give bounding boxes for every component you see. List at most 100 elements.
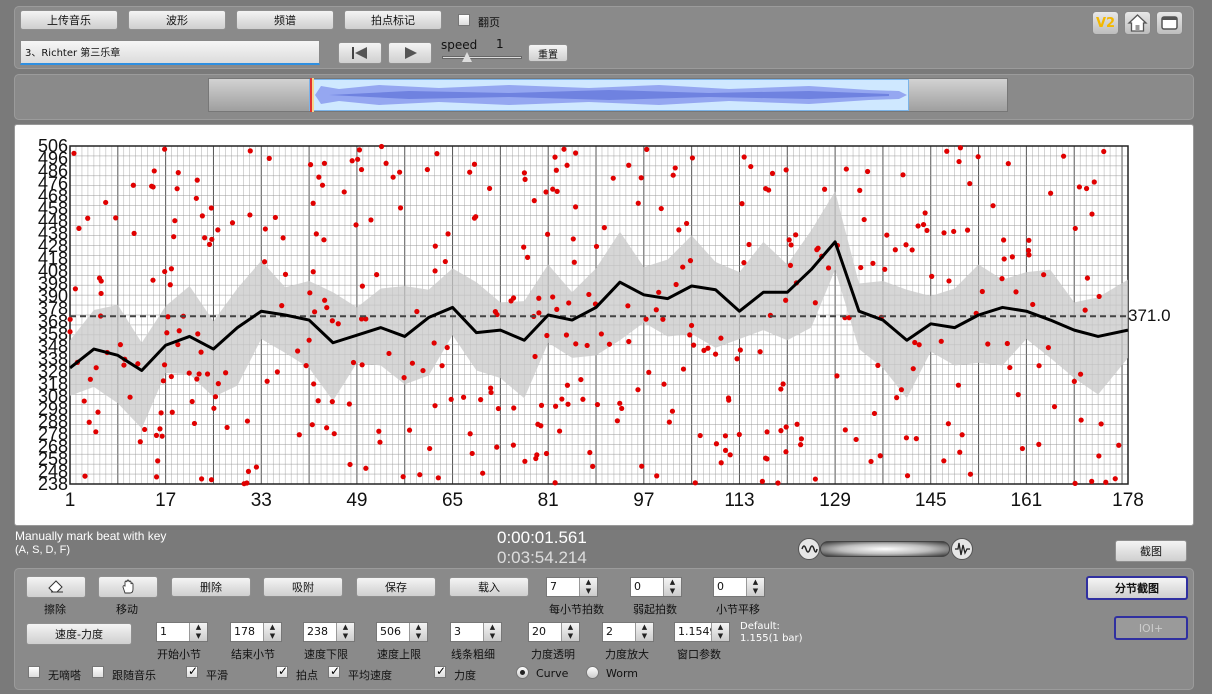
beats-per-bar-stepper[interactable]: 7 ▲ ▼ (546, 577, 598, 597)
line-width-stepper[interactable]: 3 ▲ ▼ (450, 622, 502, 642)
speed-value: 1 (496, 37, 504, 51)
worm-radio[interactable] (586, 666, 599, 679)
snap-button[interactable]: 吸附 (263, 577, 343, 597)
beat-point (680, 264, 686, 270)
beat-point (812, 476, 818, 482)
home-icon[interactable] (1124, 11, 1151, 35)
dyn-transparency-stepper[interactable]: 20 ▲ ▼ (528, 622, 580, 642)
volume-meter[interactable] (798, 537, 974, 561)
beat-point (825, 265, 832, 271)
load-button[interactable]: 载入 (449, 577, 529, 597)
beat-point (280, 235, 286, 241)
avg-tempo-checkbox[interactable] (328, 664, 340, 678)
beat-point (335, 321, 341, 327)
beat-point (916, 342, 922, 348)
beat-point (643, 316, 649, 322)
beat-point (598, 331, 604, 337)
beat-point (1019, 445, 1026, 452)
tempo-dynamics-button[interactable]: 速度-力度 (26, 623, 132, 645)
tempo-upper-value[interactable]: 506 (377, 623, 409, 641)
window-param-value[interactable]: 1.15490 (675, 623, 711, 641)
save-button[interactable]: 保存 (356, 577, 436, 597)
speed-slider-thumb[interactable] (462, 52, 472, 62)
beat-point (306, 337, 312, 343)
beat-point (626, 338, 632, 345)
beat-point (904, 473, 911, 479)
page-turn-checkbox[interactable] (458, 14, 470, 26)
beat-point (1013, 289, 1019, 295)
tempo-lower-value[interactable]: 238 (304, 623, 336, 641)
beat-point (550, 294, 556, 300)
window-icon[interactable] (1156, 11, 1183, 35)
beat-point (1060, 153, 1067, 159)
end-bar-stepper[interactable]: 178 ▲ ▼ (230, 622, 282, 642)
playhead-marker[interactable] (310, 78, 314, 112)
follow-music-checkbox[interactable] (92, 666, 104, 678)
pickup-beats-stepper[interactable]: 0 ▲ ▼ (630, 577, 682, 597)
speed-slider[interactable] (442, 52, 522, 64)
beat-point (223, 370, 229, 376)
no-click-checkbox[interactable] (28, 666, 40, 678)
beat-point (208, 477, 215, 483)
beat-point (727, 452, 733, 458)
split-screenshot-button[interactable]: 分节截图 (1086, 576, 1188, 600)
beat-mark-button[interactable]: 拍点标记 (344, 10, 442, 30)
v2-icon[interactable]: V2 (1092, 11, 1119, 35)
beat-point (131, 230, 137, 236)
dyn-scale-stepper[interactable]: 2 ▲ ▼ (602, 622, 654, 642)
dyn-scale-value[interactable]: 2 (603, 623, 635, 641)
beats-per-bar-value[interactable]: 7 (547, 578, 579, 596)
curve-radio[interactable] (516, 666, 529, 679)
dyn-transparency-value[interactable]: 20 (529, 623, 561, 641)
tempo-lower-stepper[interactable]: 238 ▲ ▼ (303, 622, 355, 642)
delete-button[interactable]: 删除 (171, 577, 251, 597)
tempo-chart[interactable]: 5064964864764684584484384284184083983903… (14, 124, 1194, 526)
y-tick-label: 238 (38, 474, 68, 494)
dynamics-checkbox[interactable] (434, 664, 446, 678)
ioi-button[interactable]: IOI+ (1114, 616, 1188, 640)
beat-point (626, 162, 632, 168)
rewind-button[interactable] (338, 42, 382, 64)
beat-point-label: 拍点 (296, 669, 318, 682)
beat-point (324, 425, 330, 431)
beat-point (151, 168, 157, 174)
beat-point (798, 436, 805, 442)
x-tick-label: 49 (346, 490, 367, 511)
waveform-overview[interactable] (208, 78, 1008, 112)
beat-point (617, 400, 623, 406)
pickup-beats-value[interactable]: 0 (631, 578, 663, 596)
beat-point (979, 288, 985, 295)
beat-point (868, 458, 874, 465)
reset-speed-button[interactable]: 重置 (528, 44, 568, 62)
smooth-label: 平滑 (206, 669, 228, 682)
smooth-checkbox[interactable] (186, 664, 198, 678)
beat-point (898, 387, 905, 393)
erase-button[interactable] (26, 576, 86, 598)
move-button[interactable] (98, 576, 158, 598)
beat-point (274, 369, 280, 375)
play-button[interactable] (388, 42, 432, 64)
spectrum-button[interactable]: 频谱 (236, 10, 334, 30)
beat-point (186, 370, 192, 376)
beat-point (1001, 256, 1007, 262)
beat-point (313, 231, 319, 237)
x-tick-label: 129 (819, 490, 851, 511)
waveform-button[interactable]: 波形 (128, 10, 226, 30)
beat-point (718, 460, 724, 466)
start-bar-stepper[interactable]: 1 ▲ ▼ (156, 622, 208, 642)
volume-slider[interactable] (820, 541, 950, 557)
end-bar-value[interactable]: 178 (231, 623, 263, 641)
beat-point (656, 289, 662, 295)
window-param-stepper[interactable]: 1.15490▲▼ (674, 622, 730, 642)
beat-point (130, 182, 136, 188)
track-name-field[interactable]: 3、Richter 第三乐章 (20, 40, 320, 65)
upload-music-button[interactable]: 上传音乐 (20, 10, 118, 30)
line-width-value[interactable]: 3 (451, 623, 483, 641)
bar-offset-stepper[interactable]: 0 ▲ ▼ (713, 577, 765, 597)
tempo-upper-stepper[interactable]: 506 ▲ ▼ (376, 622, 428, 642)
worm-label: Worm (606, 667, 639, 680)
beat-point-checkbox[interactable] (276, 664, 288, 678)
bar-offset-value[interactable]: 0 (714, 578, 746, 596)
screenshot-button[interactable]: 截图 (1115, 540, 1187, 562)
start-bar-value[interactable]: 1 (157, 623, 189, 641)
